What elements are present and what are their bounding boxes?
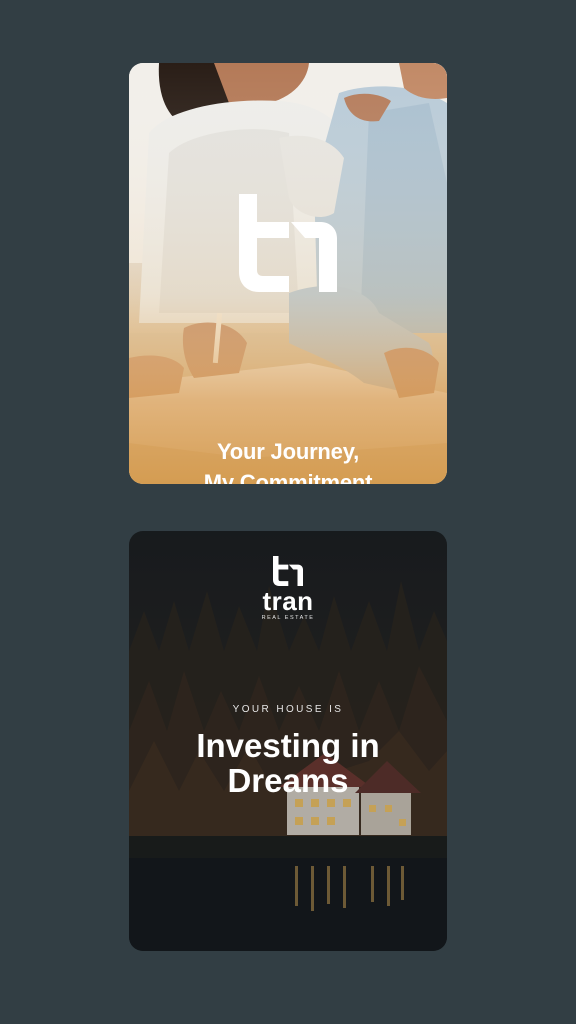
- tran-monogram-logo-small-icon: [273, 556, 303, 586]
- headline-line-2: Dreams: [227, 762, 349, 799]
- promo-card-dreams: tran REAL ESTATE YOUR HOUSE IS Investing…: [129, 531, 447, 951]
- headline: Investing in Dreams: [129, 728, 447, 798]
- headline-line-1: Investing in: [196, 727, 380, 764]
- brand-wordmark: tran: [262, 586, 314, 616]
- brand-subtitle: REAL ESTATE: [261, 615, 315, 621]
- tagline-line-2: My Commitment: [203, 470, 373, 484]
- tagline: Your Journey, My Commitment: [129, 436, 447, 484]
- promo-card-journey: Your Journey, My Commitment: [129, 63, 447, 484]
- tagline-line-1: Your Journey,: [216, 439, 360, 464]
- eyebrow-text: YOUR HOUSE IS: [232, 704, 344, 715]
- tran-monogram-logo-icon: [239, 194, 337, 292]
